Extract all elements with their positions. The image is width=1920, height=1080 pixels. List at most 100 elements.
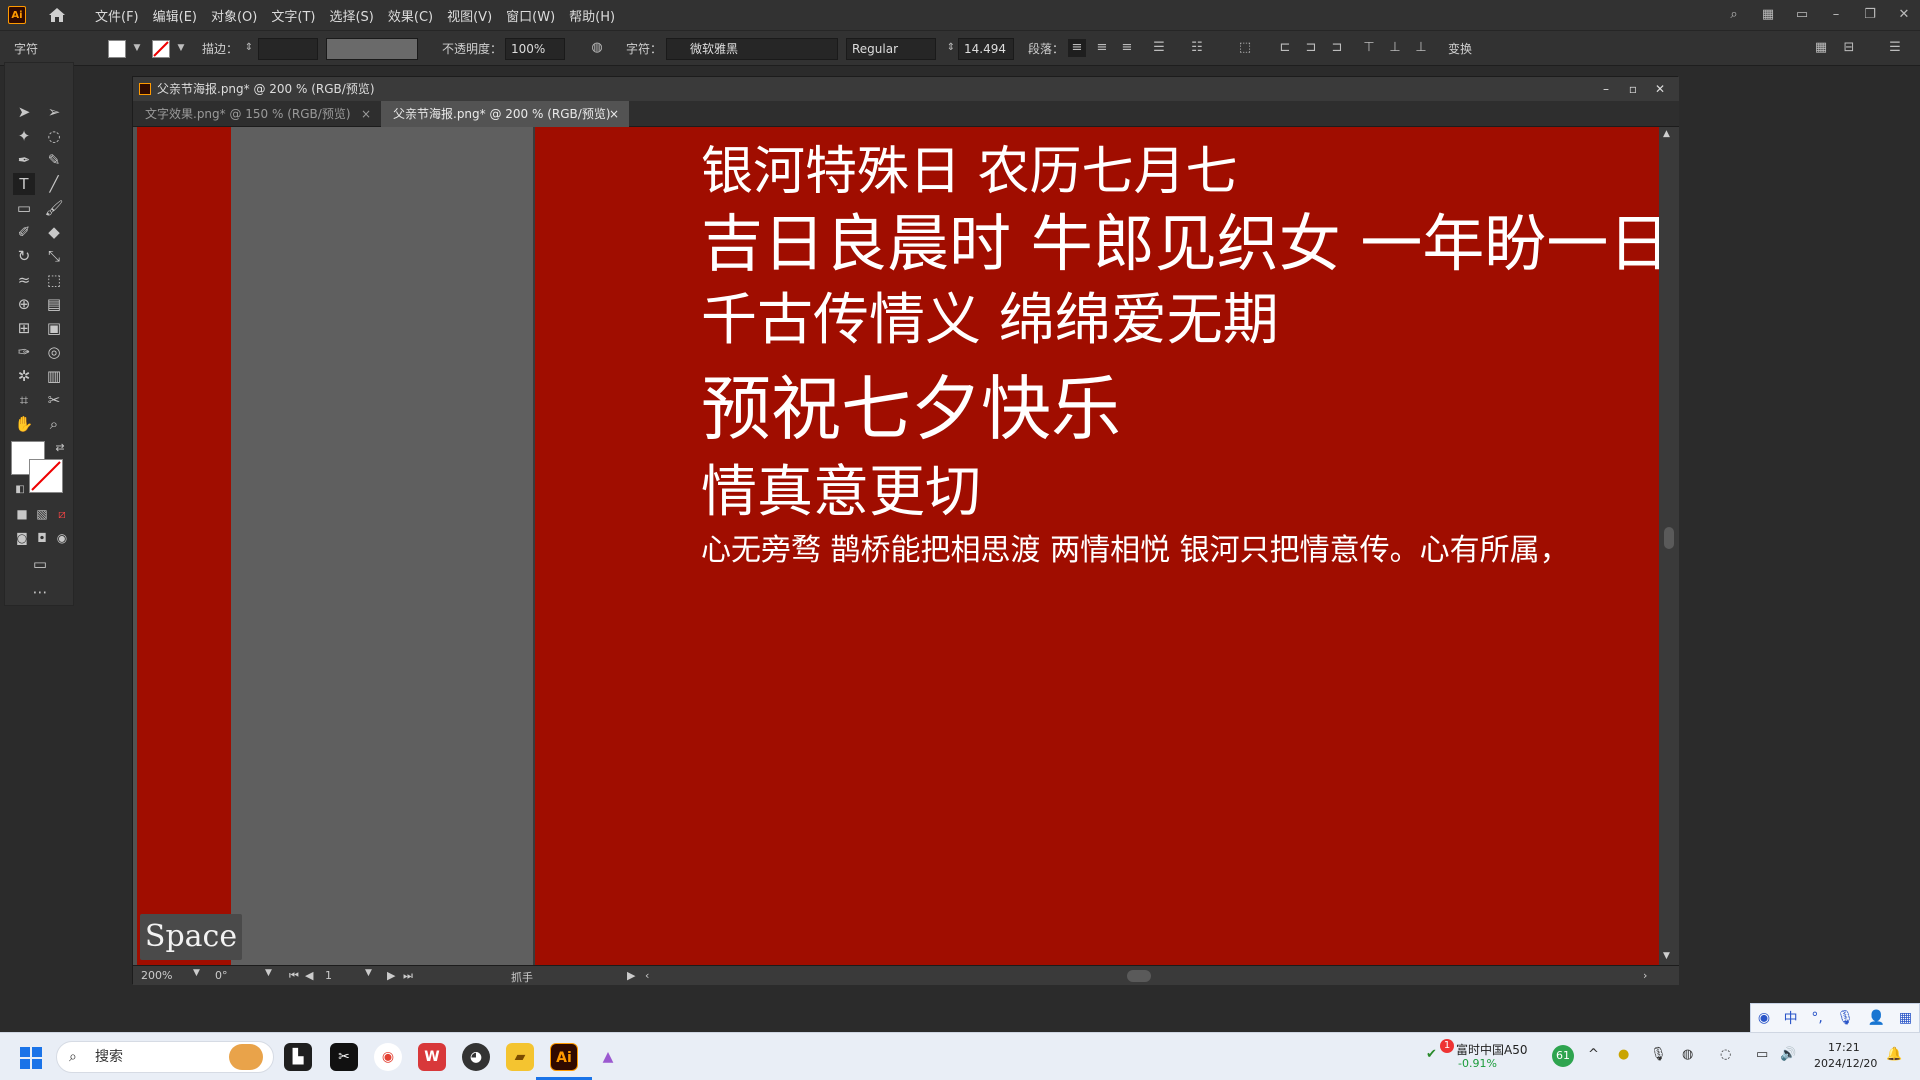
pen-tool-icon[interactable]: ✒ bbox=[13, 149, 35, 171]
align-left-icon[interactable]: ≡ bbox=[1068, 39, 1086, 57]
illustrator-logo-icon[interactable]: Ai bbox=[8, 6, 26, 24]
page-number[interactable]: 1 bbox=[325, 969, 332, 982]
artboard-tool-icon[interactable]: ⌗ bbox=[13, 389, 35, 411]
zoom-level[interactable]: 200% bbox=[141, 969, 172, 982]
arrange-docs-icon[interactable]: ⊟ bbox=[1840, 39, 1858, 57]
windows-start-icon[interactable] bbox=[20, 1047, 42, 1069]
punctuation-icon[interactable]: °, bbox=[1811, 1010, 1822, 1026]
capcut-icon[interactable]: ✂ bbox=[330, 1043, 358, 1071]
blend-tool-icon[interactable]: ◎ bbox=[43, 341, 65, 363]
magic-wand-icon[interactable]: ✦ bbox=[13, 125, 35, 147]
tab-father-day-poster[interactable]: 父亲节海报.png* @ 200 % (RGB/预览) × bbox=[381, 101, 629, 127]
stroke-color-box[interactable] bbox=[29, 459, 63, 493]
menu-edit[interactable]: 编辑(E) bbox=[146, 6, 204, 25]
chat-tray-icon[interactable]: ◍ bbox=[1682, 1047, 1693, 1062]
menu-window[interactable]: 窗口(W) bbox=[499, 6, 562, 25]
clock-date[interactable]: 2024/12/20 bbox=[1814, 1057, 1877, 1070]
align-bottom-icon[interactable]: ⊥ bbox=[1412, 39, 1430, 57]
align-top-icon[interactable]: ⊤ bbox=[1360, 39, 1378, 57]
rotation-value[interactable]: 0° bbox=[215, 969, 228, 982]
align-hcenter-icon[interactable]: ⊐ bbox=[1302, 39, 1320, 57]
transform-label[interactable]: 变换 bbox=[1448, 39, 1472, 59]
ime-mode[interactable]: 中 bbox=[1784, 1008, 1798, 1028]
close-icon[interactable]: × bbox=[609, 101, 619, 127]
arrange-icon[interactable]: ▭ bbox=[1794, 7, 1810, 23]
numbering-icon[interactable]: ☷ bbox=[1188, 39, 1206, 57]
taskbar-search[interactable]: ⌕ 搜索 bbox=[56, 1041, 274, 1073]
fill-swatch[interactable] bbox=[108, 40, 126, 58]
symbol-sprayer-icon[interactable]: ✲ bbox=[13, 365, 35, 387]
menu-object[interactable]: 对象(O) bbox=[204, 6, 264, 25]
app-tray-icon[interactable]: ● bbox=[1618, 1047, 1629, 1062]
rectangle-tool-icon[interactable]: ▭ bbox=[13, 197, 35, 219]
align-center-icon[interactable]: ≡ bbox=[1093, 39, 1111, 57]
davinci-icon[interactable]: ◕ bbox=[462, 1043, 490, 1071]
shaper-tool-icon[interactable]: ✐ bbox=[13, 221, 35, 243]
align-to-icon[interactable]: ⬚ bbox=[1236, 39, 1254, 57]
slice-tool-icon[interactable]: ✂ bbox=[43, 389, 65, 411]
task-view-icon[interactable]: ▙ bbox=[284, 1043, 312, 1071]
globe-icon[interactable]: ◍ bbox=[588, 39, 606, 57]
text-line-6[interactable]: 心无旁骛 鹊桥能把相思渡 两情相悦 银河只把情意传。心有所属， bbox=[701, 525, 1570, 569]
swap-colors-icon[interactable]: ⇄ bbox=[49, 437, 71, 459]
shape-builder-icon[interactable]: ⊕ bbox=[13, 293, 35, 315]
paintbrush-icon[interactable]: 🖌 bbox=[43, 197, 65, 219]
next-page-icon[interactable]: ▶ bbox=[387, 969, 395, 982]
stock-name[interactable]: 富时中国A50 bbox=[1456, 1041, 1527, 1058]
font-family-field[interactable]: 微软雅黑 bbox=[666, 38, 838, 60]
align-right-icon[interactable]: ≡ bbox=[1118, 39, 1136, 57]
menu-select[interactable]: 选择(S) bbox=[322, 6, 380, 25]
gradient-mode-icon[interactable]: ▧ bbox=[31, 503, 53, 525]
more-tools-icon[interactable]: ⋯ bbox=[29, 581, 51, 603]
close-icon[interactable]: ✕ bbox=[1896, 7, 1912, 23]
zoom-tool-icon[interactable]: ⌕ bbox=[43, 413, 65, 435]
chevron-down-icon[interactable]: ▼ bbox=[193, 968, 200, 978]
draw-normal-icon[interactable]: ◙ bbox=[11, 527, 33, 549]
chevron-down-icon[interactable]: ▼ bbox=[365, 968, 372, 978]
font-style-field[interactable]: Regular bbox=[846, 38, 936, 60]
maximize-icon[interactable]: ▫ bbox=[1629, 77, 1637, 101]
scroll-left-icon[interactable]: ‹ bbox=[645, 969, 649, 982]
draw-inside-icon[interactable]: ◉ bbox=[51, 527, 73, 549]
chevron-down-icon[interactable]: ▼ bbox=[128, 39, 146, 57]
mesh-tool-icon[interactable]: ⊞ bbox=[13, 317, 35, 339]
canvas-area[interactable]: 银河特殊日 农历七月七 吉日良晨时 牛郎见织女 一年盼一日 千古传情义 绵绵爱无… bbox=[133, 127, 1659, 965]
align-vcenter-icon[interactable]: ⊥ bbox=[1386, 39, 1404, 57]
stepper-icon[interactable]: ⇕ bbox=[240, 39, 258, 57]
ime-tray-icon[interactable]: ◌ bbox=[1720, 1047, 1731, 1062]
color-mode-icon[interactable]: ■ bbox=[11, 503, 33, 525]
align-right-objects-icon[interactable]: ⊐ bbox=[1328, 39, 1346, 57]
gradient-tool-icon[interactable]: ▣ bbox=[43, 317, 65, 339]
menu-type[interactable]: 文字(T) bbox=[264, 6, 322, 25]
illustrator-taskbar-icon[interactable]: Ai bbox=[550, 1043, 578, 1071]
stroke-weight-field[interactable] bbox=[258, 38, 318, 60]
menu-help[interactable]: 帮助(H) bbox=[562, 6, 622, 25]
selection-tool-icon[interactable]: ➤ bbox=[13, 101, 35, 123]
line-tool-icon[interactable]: ╱ bbox=[43, 173, 65, 195]
last-page-icon[interactable]: ⏭ bbox=[403, 969, 413, 983]
weather-badge[interactable]: 61 bbox=[1552, 1045, 1574, 1067]
bullets-icon[interactable]: ☰ bbox=[1150, 39, 1168, 57]
align-left-objects-icon[interactable]: ⊏ bbox=[1276, 39, 1294, 57]
eraser-icon[interactable]: ◆ bbox=[43, 221, 65, 243]
photo-app-icon[interactable]: ▲ bbox=[594, 1043, 622, 1071]
chevron-down-icon[interactable]: ▼ bbox=[172, 39, 190, 57]
chrome-icon[interactable]: ◉ bbox=[374, 1043, 402, 1071]
default-colors-icon[interactable]: ◧ bbox=[9, 479, 31, 501]
clock-time[interactable]: 17:21 bbox=[1828, 1041, 1860, 1054]
restore-icon[interactable]: ❐ bbox=[1862, 7, 1878, 23]
microphone-icon[interactable]: 🎙 bbox=[1836, 1010, 1854, 1026]
search-icon[interactable]: ⌕ bbox=[1726, 7, 1742, 23]
apps-grid-icon[interactable]: ▦ bbox=[1899, 1010, 1912, 1026]
hand-tool-icon[interactable]: ✋ bbox=[13, 413, 35, 435]
text-line-2[interactable]: 吉日良晨时 牛郎见织女 一年盼一日 bbox=[701, 193, 1659, 283]
font-size-field[interactable]: 14.494 bbox=[958, 38, 1014, 60]
home-icon[interactable] bbox=[48, 7, 66, 23]
menu-view[interactable]: 视图(V) bbox=[440, 6, 499, 25]
scroll-down-icon[interactable]: ▼ bbox=[1663, 951, 1670, 961]
status-menu-icon[interactable]: ▶ bbox=[627, 969, 635, 982]
wps-icon[interactable]: W bbox=[418, 1043, 446, 1071]
direct-selection-tool-icon[interactable]: ➢ bbox=[43, 101, 65, 123]
text-line-5[interactable]: 情真意更切 bbox=[701, 447, 981, 528]
screen-mode-icon[interactable]: ▭ bbox=[29, 553, 51, 575]
